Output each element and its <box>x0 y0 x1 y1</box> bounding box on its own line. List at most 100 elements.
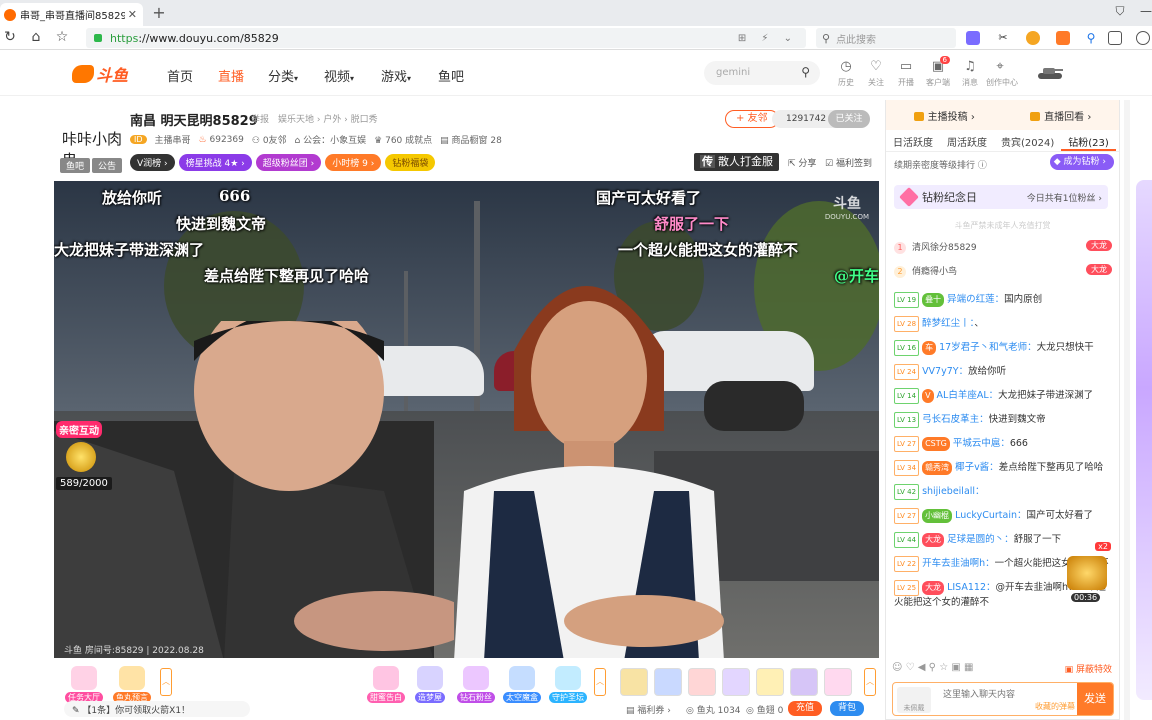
guild-info[interactable]: ⌂ 公会：小象互娱 <box>295 133 367 146</box>
rocket-notice[interactable]: ✎ 【1条】你可领取火箭X1！ <box>64 701 250 717</box>
scissors-icon[interactable]: ✂ <box>996 31 1010 45</box>
share-button[interactable]: ⇱ 分享 <box>788 156 816 169</box>
settings-icon[interactable] <box>1136 31 1150 45</box>
bookmark-star-icon[interactable]: ☆ <box>54 29 70 45</box>
follow-button[interactable]: + 友邻 <box>725 110 779 128</box>
apps-grid-icon[interactable] <box>1108 31 1122 45</box>
nav-fishbar[interactable]: 鱼吧 <box>438 66 464 85</box>
chat-username[interactable]: 足球是圆的丶： <box>947 534 1014 545</box>
anchor-avatar[interactable]: 咔咔小肉串 <box>62 128 124 169</box>
fan-badge-avatar[interactable]: 未佩戴 <box>897 687 931 713</box>
site-search-input[interactable]: gemini ⚲ <box>704 61 820 85</box>
fishbar-tag[interactable]: 鱼吧 <box>60 158 91 173</box>
dream-house-button[interactable]: 造梦屋 <box>408 666 452 703</box>
fan-icon[interactable]: ♡ <box>906 662 915 673</box>
fan-lucky-bag-badge[interactable]: 钻粉福袋 <box>385 154 436 171</box>
message-button[interactable]: ♫ 消息 <box>956 59 984 88</box>
expand-gifts-button[interactable]: ︿ <box>864 668 876 696</box>
gift-slot-box-icon[interactable] <box>824 668 852 696</box>
fan-anniversary-card[interactable]: 钻粉纪念日 今日共有1位粉丝 › <box>894 185 1108 209</box>
chat-message[interactable]: LV 42 shijiebeilall： <box>894 484 1109 500</box>
emoji-icon[interactable]: ☺ <box>892 662 902 673</box>
url-tools-icon[interactable]: ⊞ ⚡ ⌄ <box>738 33 798 44</box>
close-tab-icon[interactable]: ✕ <box>128 8 137 21</box>
help-icon[interactable]: ⓘ <box>978 161 987 171</box>
followed-button[interactable]: 已关注 <box>828 110 870 128</box>
chat-message[interactable]: LV 27 小幽棍 LuckyCurtain：国产可太好看了 <box>894 508 1109 524</box>
nav-category[interactable]: 分类▾ <box>268 66 298 85</box>
sponsor-banner-button[interactable]: 传散人打金服 <box>694 153 779 171</box>
chat-username[interactable]: 17岁君子丶和气老师： <box>939 342 1037 353</box>
chat-username[interactable]: 椰子v酱： <box>955 462 999 473</box>
gift-slot-ticket-icon[interactable] <box>756 668 784 696</box>
fishball-prophecy-button[interactable]: 鱼丸预言 <box>110 666 154 703</box>
live-video-player[interactable]: 放给你听 666 快进到魏文帝 大龙把妹子带进深渊了 差点给陛下整再见了哈哈 国… <box>54 181 879 658</box>
welfare-voucher[interactable]: ▤ 福利券 › <box>626 703 671 716</box>
sweet-confess-button[interactable]: 甜蜜告白 <box>364 666 408 703</box>
nav-games[interactable]: 游戏▾ <box>381 66 411 85</box>
star-challenge-badge[interactable]: 榜星挑战 4★ › <box>178 154 252 171</box>
anchor-name[interactable]: 主播串哥 <box>155 133 191 146</box>
achievement-points[interactable]: ♛ 760 成就点 <box>374 133 432 146</box>
chat-message[interactable]: LV 27 CSTG 平城云中扈：666 <box>894 436 1109 452</box>
live-replay-link[interactable]: 直播回看 › <box>1030 108 1091 123</box>
intimacy-interaction-widget[interactable]: 亲密互动 589/2000 <box>56 421 118 490</box>
diamond-fan-button[interactable]: 钻石粉丝 <box>454 666 498 703</box>
chat-username[interactable]: 开车去韭油啊h： <box>922 558 995 569</box>
chat-username[interactable]: VV7y7Y： <box>922 366 968 377</box>
gift-slot-card-icon[interactable] <box>722 668 750 696</box>
chat-message-list[interactable]: LV 19 叠十 异端の红莲：国内原创 LV 28 醉梦红尘丨：、 LV 16 车 17岁君子… <box>894 292 1109 662</box>
shirt-skin-icon[interactable]: ⛉ <box>1112 4 1128 19</box>
side-promo-banner[interactable] <box>1136 180 1152 700</box>
chat-username[interactable]: 异端の红莲： <box>947 294 1004 305</box>
v-rank-badge[interactable]: V润榜 › <box>130 154 175 171</box>
become-fan-button[interactable]: ◆ 成为钻粉 › <box>1049 154 1114 170</box>
tab-daily-activity[interactable]: 日活跃度 <box>886 130 940 151</box>
nav-home[interactable]: 首页 <box>167 66 193 85</box>
chat-scrollbar[interactable] <box>1124 100 1130 720</box>
gift-slot-tank-icon[interactable] <box>620 668 648 696</box>
hour-rank-badge[interactable]: 小时榜 9 › <box>325 154 382 171</box>
tab-vip[interactable]: 贵宾(2024) <box>994 130 1061 151</box>
chat-message[interactable]: LV 28 醉梦红尘丨：、 <box>894 316 1109 332</box>
shield-extension-icon[interactable] <box>1026 31 1040 45</box>
chat-username[interactable]: LuckyCurtain： <box>955 510 1026 521</box>
browser-search-input[interactable]: ⚲ 点此搜索 <box>816 28 956 48</box>
history-button[interactable]: ◷ 历史 <box>832 59 860 88</box>
tab-weekly-activity[interactable]: 周活跃度 <box>940 130 994 151</box>
shop-window[interactable]: ▤ 商品橱窗 28 <box>440 133 502 146</box>
chat-message[interactable]: LV 14 V AL白羊座AL：大龙把妹子带进深渊了 <box>894 388 1109 404</box>
room-category-breadcrumb[interactable]: 娱乐天地 › 户外 › 脱口秀 <box>278 112 378 125</box>
chat-message[interactable]: LV 34 赣秀湾 椰子v酱：差点给陛下整再见了哈哈 <box>894 460 1109 476</box>
nav-video[interactable]: 视频▾ <box>324 66 354 85</box>
guardian-altar-button[interactable]: 守护圣坛 <box>546 666 590 703</box>
gamepad-icon[interactable] <box>1056 31 1070 45</box>
magnifier-icon[interactable]: ⚲ <box>1084 31 1098 45</box>
minimize-icon[interactable]: — <box>1138 4 1152 18</box>
chat-message[interactable]: LV 13 弓长石皮革主：快进到魏文帝 <box>894 412 1109 428</box>
douyu-logo[interactable]: 斗鱼 <box>72 62 128 86</box>
report-link[interactable]: 举报 <box>251 112 269 125</box>
follow-button[interactable]: ♡ 关注 <box>862 59 890 88</box>
megaphone-icon[interactable]: ◀ <box>918 662 926 673</box>
extension-icon[interactable] <box>966 31 980 45</box>
chat-message[interactable]: LV 19 叠十 异端の红莲：国内原创 <box>894 292 1109 308</box>
grid-icon[interactable]: ▦ <box>964 662 973 673</box>
client-button[interactable]: ▣ 6 客户端 <box>924 56 952 88</box>
block-effects-toggle[interactable]: ▣ 屏蔽特效 <box>1065 662 1112 675</box>
chat-message[interactable]: LV 24 VV7y7Y：放给你听 <box>894 364 1109 380</box>
tank-avatar-icon[interactable] <box>1036 64 1064 80</box>
chat-username[interactable]: 弓长石皮革主： <box>922 414 989 425</box>
refresh-icon[interactable]: ↻ <box>2 29 18 45</box>
tab-diamond-fans[interactable]: 钻粉(23) <box>1061 130 1116 151</box>
chat-username[interactable]: 平城云中扈： <box>953 438 1010 449</box>
expand-games-button[interactable]: ︿ <box>594 668 606 696</box>
chat-username[interactable]: AL白羊座AL： <box>937 390 999 401</box>
new-tab-icon[interactable]: + <box>151 3 167 22</box>
search-icon[interactable]: ⚲ <box>801 65 810 79</box>
treasure-chest-icon[interactable]: x2 00:36 <box>1067 542 1111 602</box>
saved-danmu-link[interactable]: 收藏的弹幕 <box>1035 701 1075 712</box>
chat-message[interactable]: LV 44 大龙 足球是圆的丶：舒服了一下 <box>894 532 1109 548</box>
space-box-button[interactable]: 太空魔盒 <box>500 666 544 703</box>
rank-row[interactable]: 2 俏瘾得小鸟 大龙 <box>894 264 1112 282</box>
